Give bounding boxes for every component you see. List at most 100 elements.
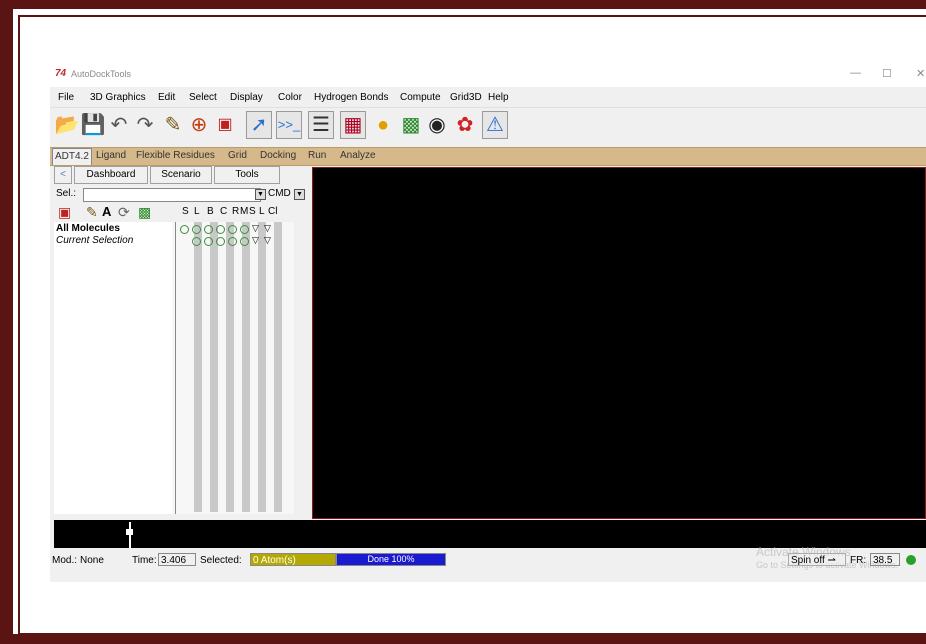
- column-stripe: [258, 222, 266, 512]
- undo-icon[interactable]: ↶: [106, 111, 132, 139]
- toggle-circle[interactable]: [216, 225, 225, 234]
- menu-color[interactable]: Color: [278, 92, 302, 103]
- toggle-circle[interactable]: [192, 225, 201, 234]
- close-button[interactable]: ✕: [916, 67, 925, 80]
- molecule-tree-icon[interactable]: ▩: [398, 111, 424, 139]
- column-header-b: B: [207, 206, 214, 217]
- color-spheres-icon[interactable]: ●: [370, 111, 396, 139]
- menu-file[interactable]: File: [58, 92, 74, 103]
- tab-docking[interactable]: Docking: [260, 150, 296, 161]
- spin-toggle-button[interactable]: Spin off ⇀: [788, 553, 846, 566]
- list-item-current-selection[interactable]: Current Selection: [56, 235, 133, 246]
- tab-tools[interactable]: Tools: [214, 166, 280, 184]
- column-header-m: M: [240, 206, 249, 217]
- toggle-circle[interactable]: [180, 225, 189, 234]
- chevron-down-icon[interactable]: ▼: [255, 189, 266, 200]
- tab-flexible-residues[interactable]: Flexible Residues: [136, 150, 215, 161]
- toggle-circle[interactable]: [228, 237, 237, 246]
- toggle-circle[interactable]: [240, 237, 249, 246]
- minimize-button[interactable]: —: [850, 67, 861, 79]
- tab-ligand[interactable]: Ligand: [96, 150, 126, 161]
- column-header-s: S: [182, 206, 189, 217]
- toggle-circle[interactable]: [228, 225, 237, 234]
- column-stripe: [242, 222, 250, 512]
- animation-timeline[interactable]: [54, 520, 926, 548]
- display-panel-icon[interactable]: ▦: [340, 111, 366, 139]
- toggle-circle[interactable]: [216, 237, 225, 246]
- toggle-circle[interactable]: [192, 237, 201, 246]
- python-shell-icon[interactable]: >>_: [276, 111, 302, 139]
- progress-fill: Done 100%: [337, 554, 445, 565]
- column-header-c: C: [220, 206, 228, 217]
- label-text-icon[interactable]: A: [102, 204, 111, 219]
- selection-icon[interactable]: ▣: [212, 111, 238, 139]
- tab-grid[interactable]: Grid: [228, 150, 247, 161]
- histogram-icon[interactable]: ▩: [138, 204, 151, 221]
- menu-compute[interactable]: Compute: [400, 92, 441, 103]
- tab-scenario[interactable]: Scenario: [150, 166, 212, 184]
- status-bar: Mod.: None Time: 3.406 Selected: 0 Atom(…: [50, 545, 926, 571]
- column-header-cl: Cl: [268, 206, 278, 217]
- dropdown-triangle-icon[interactable]: ▽: [264, 224, 271, 233]
- dropdown-triangle-icon[interactable]: ▽: [252, 224, 259, 233]
- column-header-l: L: [194, 206, 200, 217]
- column-header-l2: L: [259, 206, 265, 217]
- chevron-down-icon[interactable]: ▼: [294, 189, 305, 200]
- dashboard-tabs: < Dashboard Scenario Tools: [54, 166, 306, 184]
- tab-analyze[interactable]: Analyze: [340, 150, 376, 161]
- column-stripe: [274, 222, 282, 512]
- pencil-icon[interactable]: ✎: [86, 204, 98, 221]
- title-bar: 74 AutoDockTools — ☐ ✕: [50, 62, 926, 87]
- dropdown-triangle-icon[interactable]: ▽: [264, 236, 271, 245]
- toggle-circle[interactable]: [204, 237, 213, 246]
- selection-input[interactable]: [83, 188, 261, 202]
- molecule-list-area: [54, 222, 178, 514]
- stereo-glasses-icon[interactable]: ◉: [424, 111, 450, 139]
- toolbar: 📂 💾 ↶ ↷ ✎ ⊕ ▣ ➚ >>_ ☰ ▦ ● ▩ ◉ ✿ ⚠: [50, 108, 926, 146]
- menu-display[interactable]: Display: [230, 92, 263, 103]
- pencil-icon[interactable]: ✎: [160, 111, 186, 139]
- selected-label: Selected:: [200, 555, 242, 566]
- menu-3d-graphics[interactable]: 3D Graphics: [90, 92, 146, 103]
- list-item-all-molecules[interactable]: All Molecules: [56, 223, 120, 234]
- collapse-arrow-icon[interactable]: <: [54, 166, 72, 184]
- mod-label: Mod.:: [52, 555, 78, 566]
- menu-select[interactable]: Select: [189, 92, 217, 103]
- tab-dashboard[interactable]: Dashboard: [74, 166, 148, 184]
- tab-adt42[interactable]: ADT4.2: [52, 148, 92, 165]
- time-label: Time:: [132, 555, 157, 566]
- app-window: 74 AutoDockTools — ☐ ✕ File 3D Graphics …: [50, 62, 926, 582]
- column-stripe: [194, 222, 202, 512]
- select-molecule-icon[interactable]: ▣: [58, 204, 71, 221]
- column-header-r: R: [232, 206, 240, 217]
- redo-icon[interactable]: ↷: [132, 111, 158, 139]
- menu-hydrogen-bonds[interactable]: Hydrogen Bonds: [314, 92, 389, 103]
- 3d-viewer[interactable]: [312, 167, 926, 519]
- menu-bar: File 3D Graphics Edit Select Display Col…: [50, 88, 926, 108]
- cmd-combo[interactable]: CMD: [268, 188, 291, 200]
- menu-help[interactable]: Help: [488, 92, 509, 103]
- timeline-cursor[interactable]: [129, 522, 131, 548]
- toggle-circle[interactable]: [204, 225, 213, 234]
- dashboard-icon-row: ▣ ✎ A ⟳ ▩: [56, 204, 176, 224]
- selection-row: Sel.: ▼ CMD ▼: [56, 188, 306, 202]
- maximize-button[interactable]: ☐: [882, 67, 892, 80]
- menu-edit[interactable]: Edit: [158, 92, 175, 103]
- fr-label: FR:: [850, 555, 867, 566]
- target-icon[interactable]: ⊕: [186, 111, 212, 139]
- status-light-icon: [906, 555, 916, 565]
- column-header-s2: S: [249, 206, 256, 217]
- pointer-icon[interactable]: ➚: [246, 111, 272, 139]
- text-editor-icon[interactable]: ☰: [308, 111, 334, 139]
- timeline-handle[interactable]: [126, 529, 133, 535]
- toggle-circle[interactable]: [240, 225, 249, 234]
- help-icon[interactable]: ⚠: [482, 111, 508, 139]
- save-icon[interactable]: 💾: [80, 111, 106, 139]
- dropdown-triangle-icon[interactable]: ▽: [252, 236, 259, 245]
- fr-value: 38.5: [870, 553, 900, 566]
- open-file-icon[interactable]: 📂: [54, 111, 80, 139]
- refresh-icon[interactable]: ⟳: [118, 204, 130, 221]
- menu-grid3d[interactable]: Grid3D: [450, 92, 482, 103]
- tab-run[interactable]: Run: [308, 150, 326, 161]
- surface-icon[interactable]: ✿: [452, 111, 478, 139]
